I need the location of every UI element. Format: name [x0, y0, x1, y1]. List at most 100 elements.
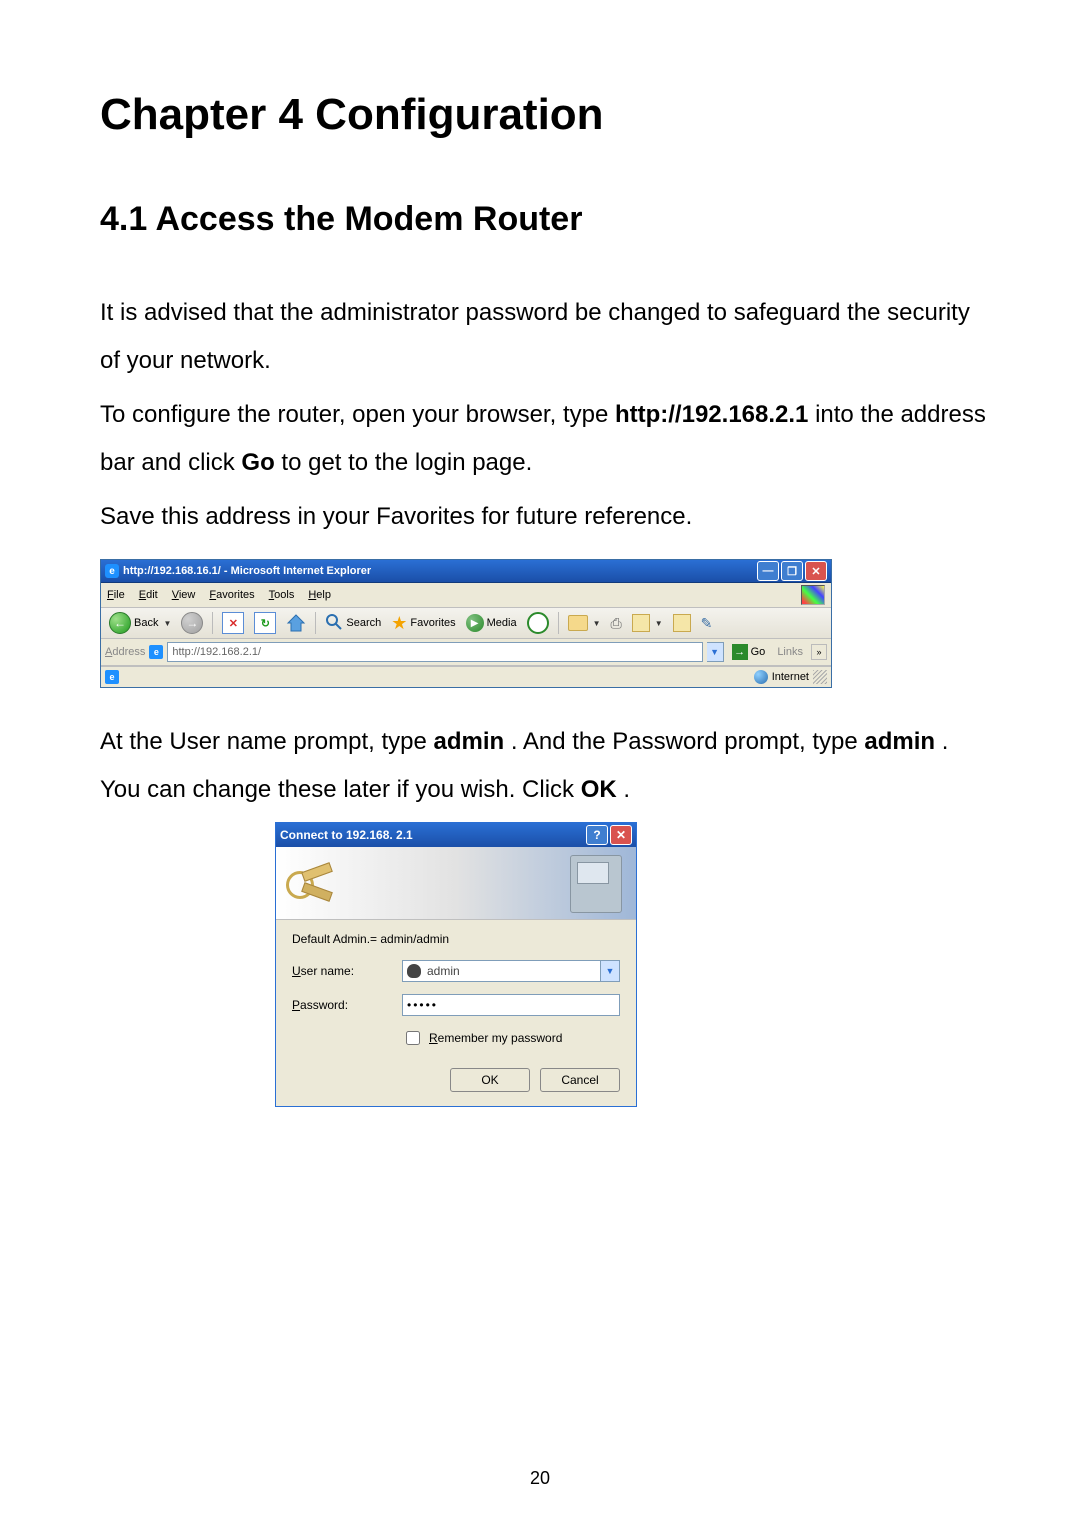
menu-edit[interactable]: Edit: [139, 589, 158, 601]
password-label: Password:: [292, 998, 402, 1012]
stop-icon: ✕: [222, 612, 244, 634]
ie-window: e http://192.168.16.1/ - Microsoft Inter…: [100, 559, 832, 688]
section-heading: 4.1 Access the Modem Router: [100, 200, 990, 239]
dialog-header-image: [276, 847, 636, 920]
star-icon: ★: [391, 613, 407, 634]
search-button[interactable]: Search: [321, 611, 385, 635]
chevron-down-icon: ▼: [163, 619, 171, 628]
password-input[interactable]: [402, 994, 620, 1016]
dialog-help-button[interactable]: ?: [586, 825, 608, 845]
username-label: User name:: [292, 964, 402, 978]
go-button[interactable]: → Go: [728, 644, 770, 660]
back-label: Back: [134, 617, 158, 629]
chevron-down-icon: ▼: [655, 619, 663, 628]
size-button[interactable]: ▼: [628, 611, 667, 635]
history-icon: [527, 612, 549, 634]
remember-row: Remember my password: [402, 1028, 620, 1048]
dialog-title: Connect to 192.168. 2.1: [280, 828, 413, 842]
ie-addressbar: Address e ▼ → Go Links »: [101, 639, 831, 666]
username-combo[interactable]: admin ▼: [402, 960, 620, 982]
address-dropdown-button[interactable]: ▼: [707, 642, 724, 662]
links-label[interactable]: Links: [773, 646, 807, 658]
username-input[interactable]: admin: [402, 960, 601, 982]
status-page-icon: e: [105, 670, 119, 684]
media-icon: ▶: [466, 614, 484, 632]
address-label: Address: [105, 646, 145, 658]
favorites-button[interactable]: ★ Favorites: [387, 611, 459, 635]
go-label: Go: [751, 646, 766, 658]
menu-help[interactable]: Help: [308, 589, 331, 601]
forward-button[interactable]: →: [177, 611, 207, 635]
address-input[interactable]: [167, 642, 702, 662]
dialog-titlebar: Connect to 192.168. 2.1 ? ✕: [276, 823, 636, 847]
refresh-button[interactable]: ↻: [250, 611, 280, 635]
paragraph-3: Save this address in your Favorites for …: [100, 493, 990, 541]
page-number: 20: [0, 1468, 1080, 1489]
chevron-down-icon: ▼: [593, 619, 601, 628]
text: .: [623, 776, 630, 803]
separator: [315, 612, 316, 634]
stop-button[interactable]: ✕: [218, 611, 248, 635]
paragraph-4: At the User name prompt, type admin . An…: [100, 718, 990, 814]
discuss-button[interactable]: [669, 611, 695, 635]
back-arrow-icon: ←: [109, 612, 131, 634]
menu-view[interactable]: View: [172, 589, 196, 601]
menu-tools[interactable]: Tools: [269, 589, 295, 601]
history-button[interactable]: [523, 611, 553, 635]
ie-logo-icon: e: [105, 564, 119, 578]
keys-icon: [286, 861, 330, 905]
username-dropdown-button[interactable]: ▼: [601, 960, 620, 982]
search-icon: [325, 613, 343, 634]
forward-arrow-icon: →: [181, 612, 203, 634]
ie-menubar: File Edit View Favorites Tools Help: [101, 583, 831, 608]
dialog-body: Default Admin.= admin/admin User name: a…: [276, 920, 636, 1106]
print-button[interactable]: ⎙: [607, 611, 626, 635]
manual-page: Chapter 4 Configuration 4.1 Access the M…: [0, 0, 1080, 1529]
paragraph-2: To configure the router, open your brows…: [100, 391, 990, 487]
text: to get to the login page.: [281, 449, 532, 476]
text: To configure the router, open your brows…: [100, 401, 615, 428]
minimize-button[interactable]: —: [757, 561, 779, 581]
size-icon: [632, 614, 650, 632]
media-button[interactable]: ▶ Media: [462, 611, 521, 635]
close-button[interactable]: ✕: [805, 561, 827, 581]
chapter-heading: Chapter 4 Configuration: [100, 90, 990, 140]
username-value: admin: [427, 964, 460, 978]
password-row: Password:: [292, 994, 620, 1016]
dialog-close-button[interactable]: ✕: [610, 825, 632, 845]
paragraph-1: It is advised that the administrator pas…: [100, 289, 990, 385]
ie-page-icon: e: [149, 645, 163, 659]
inline-go: Go: [241, 449, 274, 476]
mail-button[interactable]: ▼: [564, 611, 605, 635]
dialog-hint: Default Admin.= admin/admin: [292, 932, 620, 946]
inline-admin-2: admin: [864, 728, 935, 755]
status-zone-label: Internet: [772, 671, 809, 683]
ie-titlebar: e http://192.168.16.1/ - Microsoft Inter…: [101, 560, 831, 583]
windows-flag-icon: [801, 585, 825, 605]
username-row: User name: admin ▼: [292, 960, 620, 982]
media-label: Media: [487, 617, 517, 629]
maximize-button[interactable]: ❐: [781, 561, 803, 581]
go-arrow-icon: →: [732, 644, 748, 660]
edit-icon: ✎: [701, 615, 713, 632]
menu-file[interactable]: File: [107, 589, 125, 601]
internet-zone-icon: [754, 670, 768, 684]
inline-admin-1: admin: [433, 728, 504, 755]
remember-checkbox[interactable]: [406, 1031, 420, 1045]
links-chevron-icon[interactable]: »: [811, 644, 827, 660]
home-button[interactable]: [282, 611, 310, 635]
text: At the User name prompt, type: [100, 728, 433, 755]
edit-button[interactable]: ✎: [697, 611, 717, 635]
separator: [212, 612, 213, 634]
remember-label[interactable]: Remember my password: [429, 1031, 562, 1045]
mail-folder-icon: [568, 615, 588, 631]
inline-ok: OK: [581, 776, 617, 803]
ok-button[interactable]: OK: [450, 1068, 530, 1092]
connect-dialog: Connect to 192.168. 2.1 ? ✕ Default Admi…: [275, 822, 637, 1107]
page-icon: [673, 614, 691, 632]
menu-favorites[interactable]: Favorites: [209, 589, 254, 601]
back-button[interactable]: ← Back ▼: [105, 611, 175, 635]
search-label: Search: [346, 617, 381, 629]
cancel-button[interactable]: Cancel: [540, 1068, 620, 1092]
dialog-buttons: OK Cancel: [292, 1068, 620, 1092]
